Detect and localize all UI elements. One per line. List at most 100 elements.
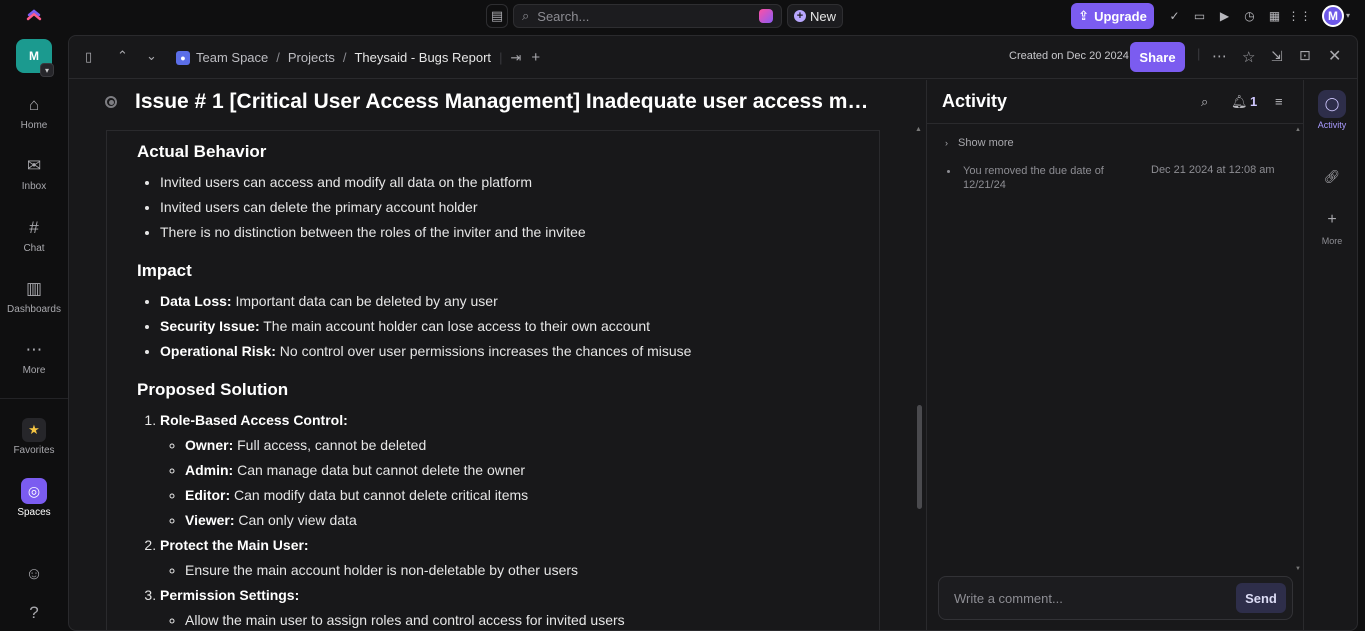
star-icon: ★ xyxy=(22,418,46,442)
sidebar-toggle-icon[interactable]: ▯ xyxy=(85,49,92,65)
task-description[interactable]: Actual Behavior Invited users can access… xyxy=(137,142,877,630)
rail-links[interactable]: 🔗︎ xyxy=(1304,163,1357,193)
docs-icon[interactable]: ▦ xyxy=(1264,6,1285,26)
activity-panel: Activity ⌕ 🔔︎ 1 ≡ ▲ › Show more You remo… xyxy=(926,80,1303,630)
task-panel: ▯ ⌃ ⌄ ● Team Space / Projects / Theysaid… xyxy=(68,35,1358,631)
nav-more[interactable]: ⋯ More xyxy=(0,338,68,376)
chat-icon: # xyxy=(29,218,39,237)
minimize-icon[interactable]: ⇲ xyxy=(1271,48,1283,65)
add-user-icon: ☺ xyxy=(25,564,43,583)
breadcrumb-list[interactable]: Theysaid - Bugs Report xyxy=(354,50,491,65)
nav-divider xyxy=(0,398,68,399)
list-item: Invited users can access and modify all … xyxy=(160,170,877,195)
plus-icon[interactable]: + xyxy=(531,49,540,66)
alarm-icon[interactable]: ◷ xyxy=(1239,6,1260,26)
list-item: Security Issue: The main account holder … xyxy=(160,314,877,339)
check-circle-icon[interactable]: ✓ xyxy=(1164,6,1185,26)
help-icon: ? xyxy=(29,603,39,622)
list-item: Admin: Can manage data but cannot delete… xyxy=(185,458,877,483)
list-item: Role-Based Access Control: Owner: Full a… xyxy=(160,408,877,533)
filter-icon[interactable]: ≡ xyxy=(1275,94,1283,109)
notepad-icon[interactable]: ▭ xyxy=(1189,6,1210,26)
search-input[interactable]: ⌕ Search... xyxy=(513,4,782,28)
task-header: ▯ ⌃ ⌄ ● Team Space / Projects / Theysaid… xyxy=(69,36,1357,79)
nav-chat[interactable]: # Chat xyxy=(0,216,68,254)
comment-input[interactable]: Write a comment... Send xyxy=(938,576,1293,620)
list-item: Editor: Can modify data but cannot delet… xyxy=(185,483,877,508)
more-icon: ⋯ xyxy=(25,340,43,359)
link-icon: 🔗︎ xyxy=(1323,169,1341,184)
home-icon: ⌂ xyxy=(28,95,40,114)
status-icon[interactable] xyxy=(105,96,117,108)
nav-dashboards[interactable]: ▥ Dashboards xyxy=(0,277,68,315)
breadcrumb: ● Team Space / Projects / Theysaid - Bug… xyxy=(176,49,540,66)
list-item: Operational Risk: No control over user p… xyxy=(160,339,877,364)
rail-more[interactable]: + More xyxy=(1304,206,1357,246)
list-item: Protect the Main User: Ensure the main a… xyxy=(160,533,877,583)
created-date: Created on Dec 20 2024 xyxy=(1009,50,1129,62)
chevron-up-icon[interactable]: ⌃ xyxy=(117,48,128,64)
scroll-up-arrow[interactable]: ▲ xyxy=(915,126,922,133)
notification-count[interactable]: 1 xyxy=(1250,94,1257,109)
plus-icon: + xyxy=(1327,211,1337,228)
invite-user-button[interactable]: ☺ xyxy=(0,562,68,589)
activity-timestamp: Dec 21 2024 at 12:08 am xyxy=(1151,164,1275,176)
heading-proposed-solution: Proposed Solution xyxy=(137,380,289,399)
move-icon[interactable]: ⇥ xyxy=(510,50,521,66)
left-nav: M ▾ ⌂ Home ✉ Inbox # Chat ▥ Dashboards ⋯… xyxy=(0,33,68,631)
list-item: Allow the main user to assign roles and … xyxy=(185,608,877,630)
upgrade-button[interactable]: ⇪ Upgrade xyxy=(1071,3,1154,29)
apps-grid-icon[interactable]: ⋮⋮ xyxy=(1288,6,1312,26)
list-item: Data Loss: Important data can be deleted… xyxy=(160,289,877,314)
chevron-down-icon[interactable]: ⌄ xyxy=(146,48,157,64)
nav-favorites[interactable]: ★ Favorites xyxy=(0,418,68,456)
chevron-down-icon[interactable]: ▾ xyxy=(1346,11,1350,20)
list-item: Permission Settings: Allow the main user… xyxy=(160,583,877,630)
heading-actual-behavior: Actual Behavior xyxy=(137,142,267,161)
rail-activity[interactable]: ◯ Activity xyxy=(1304,90,1357,130)
chevron-right-icon: › xyxy=(945,138,948,148)
top-bar: ▤ ⌕ Search... + New ⇪ Upgrade ✓ ▭ ▶ ◷ ▦ … xyxy=(0,0,1365,33)
breadcrumb-team-space[interactable]: Team Space xyxy=(196,50,268,65)
activity-title: Activity xyxy=(942,91,1008,111)
inbox-icon: ✉ xyxy=(26,156,42,175)
nav-inbox[interactable]: ✉ Inbox xyxy=(0,154,68,192)
list-item: Viewer: Can only view data xyxy=(185,508,877,533)
layout-icon[interactable]: ⊡ xyxy=(1299,47,1311,64)
calendar-icon[interactable]: ▤ xyxy=(486,4,508,28)
right-rail: ◯ Activity 🔗︎ + More xyxy=(1303,80,1357,630)
chevron-down-icon[interactable]: ▾ xyxy=(40,63,54,77)
scroll-up-arrow[interactable]: ▲ xyxy=(1295,127,1301,133)
list-item: Owner: Full access, cannot be deleted xyxy=(185,433,877,458)
chat-bubble-icon: ◯ xyxy=(1318,90,1346,118)
compass-icon: ◎ xyxy=(21,478,47,504)
user-avatar[interactable]: M xyxy=(1322,5,1344,27)
document-scrollbar[interactable] xyxy=(917,405,922,509)
nav-spaces[interactable]: ◎ Spaces xyxy=(0,478,68,518)
star-icon[interactable]: ☆ xyxy=(1242,48,1255,66)
video-icon[interactable]: ▶ xyxy=(1214,6,1235,26)
plus-icon: + xyxy=(794,10,806,22)
dashboards-icon: ▥ xyxy=(25,279,43,298)
send-button[interactable]: Send xyxy=(1236,583,1286,613)
team-icon: ● xyxy=(176,50,190,65)
more-options-icon[interactable]: ⋯ xyxy=(1212,47,1227,65)
list-item: Invited users can delete the primary acc… xyxy=(160,195,877,220)
ai-icon[interactable] xyxy=(759,9,773,23)
app-logo-icon[interactable] xyxy=(24,6,44,26)
share-button[interactable]: Share xyxy=(1130,42,1185,72)
bell-icon[interactable]: 🔔︎ xyxy=(1231,94,1248,110)
close-icon[interactable]: ✕ xyxy=(1328,46,1341,66)
search-icon[interactable]: ⌕ xyxy=(1201,94,1208,110)
new-button[interactable]: + New xyxy=(787,4,843,28)
search-icon: ⌕ xyxy=(522,8,530,23)
list-item: Ensure the main account holder is non-de… xyxy=(185,558,877,583)
help-button[interactable]: ? xyxy=(0,601,68,628)
heading-impact: Impact xyxy=(137,261,192,280)
scroll-down-arrow[interactable]: ▼ xyxy=(1295,566,1301,572)
breadcrumb-projects[interactable]: Projects xyxy=(288,50,335,65)
task-title[interactable]: Issue # 1 [Critical User Access Manageme… xyxy=(135,90,875,114)
show-more-button[interactable]: › Show more xyxy=(945,137,1014,149)
nav-home[interactable]: ⌂ Home xyxy=(0,93,68,131)
task-document: Issue # 1 [Critical User Access Manageme… xyxy=(69,80,925,630)
